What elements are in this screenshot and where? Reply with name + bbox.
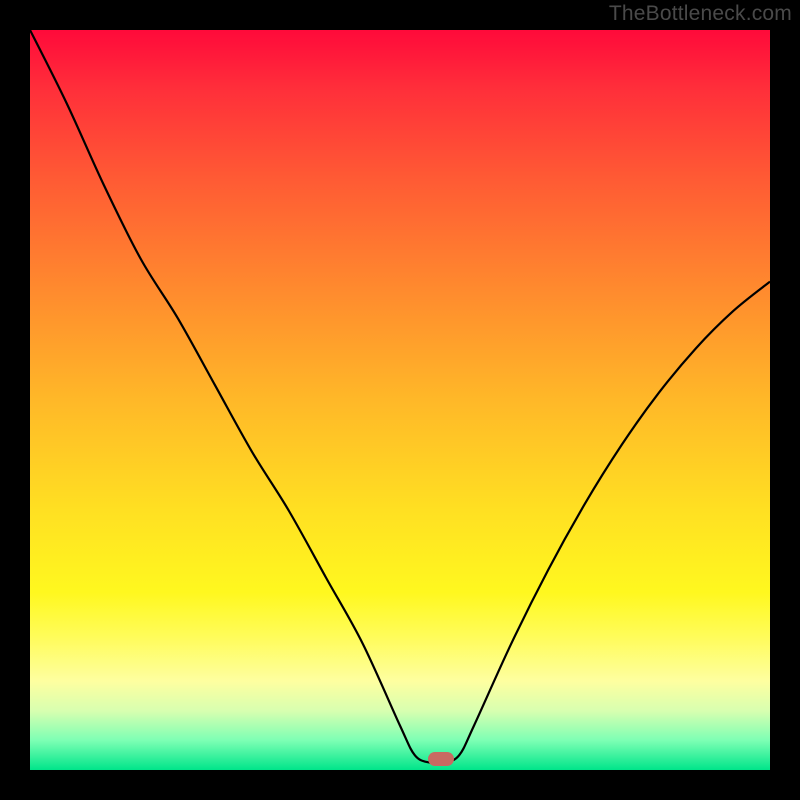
chart-frame: TheBottleneck.com bbox=[0, 0, 800, 800]
watermark-text: TheBottleneck.com bbox=[609, 2, 792, 26]
plot-area bbox=[30, 30, 770, 770]
minimum-marker bbox=[428, 752, 454, 766]
bottleneck-curve bbox=[30, 30, 770, 770]
